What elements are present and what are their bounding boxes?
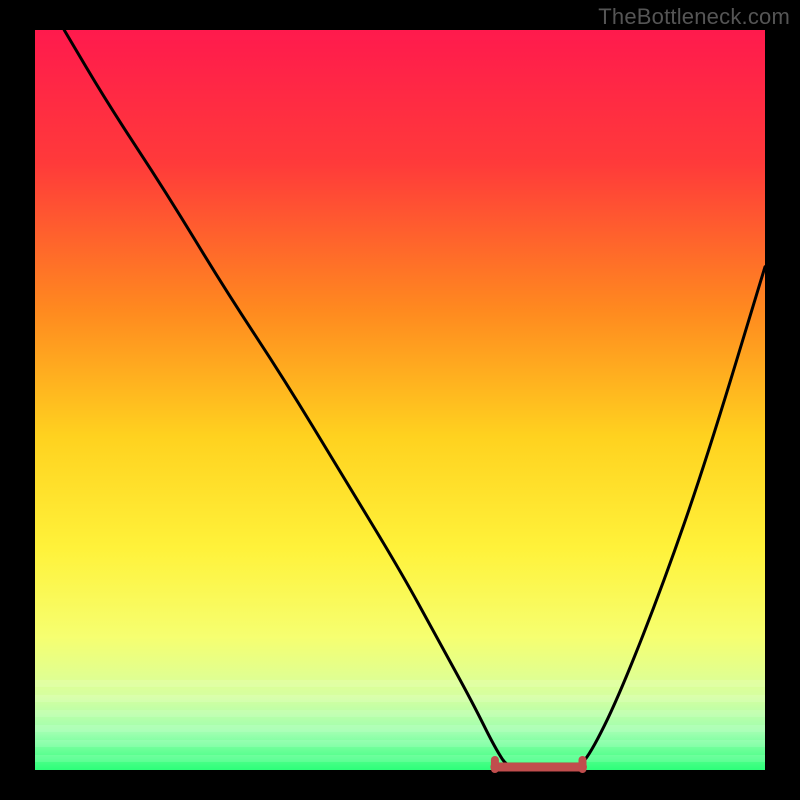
chart-svg	[0, 0, 800, 800]
plot-gradient-bg	[35, 30, 765, 770]
band-stripe	[35, 710, 765, 717]
band-stripe	[35, 740, 765, 747]
band-stripe	[35, 755, 765, 762]
band-stripe	[35, 695, 765, 702]
chart-frame: TheBottleneck.com	[0, 0, 800, 800]
band-stripe	[35, 680, 765, 687]
band-stripe	[35, 725, 765, 732]
watermark-text: TheBottleneck.com	[598, 4, 790, 30]
